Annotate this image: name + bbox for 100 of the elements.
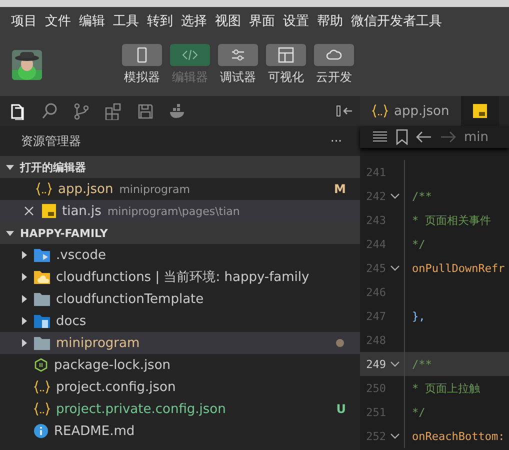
code-text: onPullDownRefr [412, 262, 505, 274]
tree-item[interactable]: project.private.config.json U [0, 398, 360, 420]
code-tool-button[interactable] [170, 44, 210, 66]
section-header[interactable]: HAPPY-FAMILY [0, 222, 360, 244]
fold-chevron-icon[interactable] [390, 265, 400, 271]
fold-chevron-icon[interactable] [390, 433, 400, 439]
tree-item[interactable]: docs [0, 310, 360, 332]
braces-icon [34, 402, 50, 416]
section-title: HAPPY-FAMILY [20, 226, 108, 240]
collapse-panel-icon[interactable] [336, 104, 354, 118]
tool-label: 可视化 [268, 68, 304, 86]
menu-item[interactable]: 文件 [42, 12, 76, 30]
code-text: */ [412, 406, 426, 418]
panel-title: 资源管理器 [21, 132, 81, 150]
menu-item[interactable]: 工具 [110, 12, 144, 30]
line-number: 246 [365, 286, 386, 298]
tree-item[interactable]: package-lock.json [0, 354, 360, 376]
tree-item[interactable]: project.config.json [0, 376, 360, 398]
collapsed-caret-icon[interactable] [20, 295, 28, 303]
menu-item[interactable]: 项目 [8, 12, 42, 30]
file-name: miniprogram [56, 336, 140, 350]
sliders-tool-button[interactable] [218, 44, 258, 66]
line-number: 248 [365, 334, 386, 346]
code-text: * 页面上拉触 [412, 380, 480, 396]
tree-item[interactable]: .vscode [0, 244, 360, 266]
menu-item[interactable]: 帮助 [314, 12, 348, 30]
line-number: 242 [365, 190, 386, 202]
list-icon[interactable] [372, 130, 388, 144]
collapsed-caret-icon[interactable] [20, 273, 28, 281]
whale-icon[interactable] [168, 102, 186, 120]
cloud-folder-icon [34, 270, 50, 284]
file-name: project.private.config.json [56, 402, 226, 416]
folder-icon [34, 336, 50, 350]
extensions-icon[interactable] [104, 102, 122, 120]
editor-tab[interactable] [461, 96, 500, 126]
close-icon[interactable] [22, 206, 36, 216]
code-text: }, [412, 310, 426, 322]
tool-label: 云开发 [316, 68, 352, 86]
line-number: 241 [365, 166, 386, 178]
code-text: * 页面相关事件 [412, 212, 492, 228]
menu-item[interactable]: 视图 [212, 12, 246, 30]
editor-tab[interactable]: app.json [360, 96, 462, 126]
hexagon-icon [34, 358, 48, 372]
file-name: package-lock.json [54, 358, 171, 372]
code-text: */ [412, 238, 426, 250]
menu-item[interactable]: 微信开发者工具 [348, 12, 447, 30]
menu-item[interactable]: 界面 [246, 12, 280, 30]
file-path: miniprogram\pages\tian [107, 204, 240, 218]
file-name: cloudfunctions | 当前环境: happy-family [56, 269, 310, 286]
menu-item[interactable]: 转到 [144, 12, 178, 30]
line-number: 250 [365, 382, 386, 394]
file-name: cloudfunctionTemplate [56, 292, 204, 306]
line-number: 245 [365, 262, 386, 274]
js-file-icon [42, 204, 56, 218]
tree-item[interactable]: cloudfunctionTemplate [0, 288, 360, 310]
search-icon[interactable] [40, 102, 58, 120]
tool-label: 编辑器 [172, 68, 208, 86]
save-icon[interactable] [136, 102, 154, 120]
folder-icon [34, 248, 50, 262]
open-editor-item[interactable]: tian.js miniprogram\pages\tian [0, 200, 360, 222]
document-folder-icon [34, 314, 50, 328]
collapsed-caret-icon[interactable] [20, 251, 28, 259]
back-icon[interactable] [416, 131, 432, 143]
git-status: M [334, 182, 346, 196]
phone-tool-button[interactable] [122, 44, 162, 66]
file-name: docs [56, 314, 86, 328]
layout-tool-button[interactable] [266, 44, 306, 66]
expanded-caret-icon[interactable] [6, 229, 14, 237]
file-name: tian.js [62, 204, 102, 218]
collapsed-caret-icon[interactable] [20, 317, 28, 325]
branch-icon[interactable] [72, 102, 90, 120]
file-name: app.json [58, 182, 114, 196]
open-editor-item[interactable]: app.json miniprogram M [0, 178, 360, 200]
fold-chevron-icon[interactable] [390, 361, 400, 367]
tool-label: 调试器 [220, 68, 256, 86]
git-status: U [336, 402, 346, 416]
fold-chevron-icon[interactable] [390, 193, 400, 199]
code-text: /** [412, 358, 432, 370]
bookmark-icon[interactable] [396, 129, 408, 145]
file-path: miniprogram [119, 182, 190, 196]
line-number: 251 [365, 406, 386, 418]
code-text: /** [412, 190, 432, 202]
expanded-caret-icon[interactable] [6, 163, 14, 171]
layout-icon [277, 46, 295, 64]
collapsed-caret-icon[interactable] [20, 339, 28, 347]
menu-item[interactable]: 设置 [280, 12, 314, 30]
tree-item[interactable]: cloudfunctions | 当前环境: happy-family [0, 266, 360, 288]
line-number: 244 [365, 238, 386, 250]
tree-item[interactable]: miniprogram [0, 332, 360, 354]
line-number: 243 [365, 214, 386, 226]
file-name: .vscode [56, 248, 106, 262]
js-file-icon [473, 104, 488, 118]
menu-item[interactable]: 选择 [178, 12, 212, 30]
cloud-tool-button[interactable] [314, 44, 354, 66]
tree-item[interactable]: README.md [0, 420, 360, 442]
breadcrumb[interactable]: min [464, 130, 489, 144]
menu-item[interactable]: 编辑 [76, 12, 110, 30]
line-number: 247 [365, 310, 386, 322]
more-actions-button[interactable]: ··· [330, 134, 342, 148]
section-header[interactable]: 打开的编辑器 [0, 156, 360, 178]
